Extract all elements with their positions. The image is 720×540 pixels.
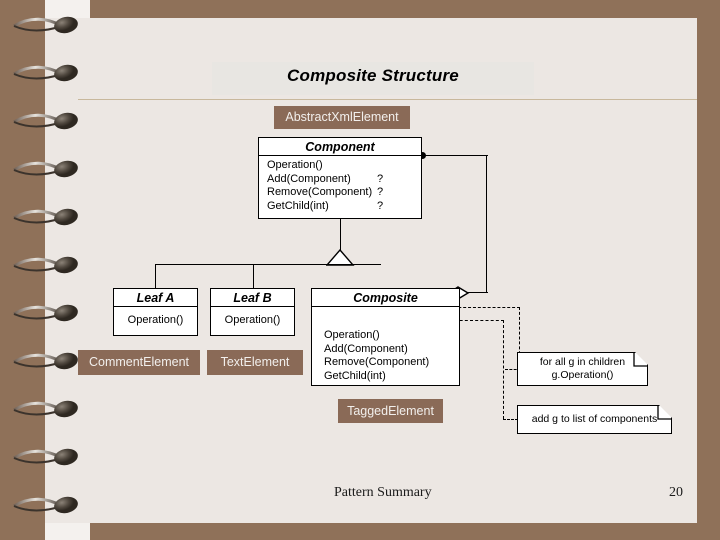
footer-label: Pattern Summary [334,485,432,500]
class-box-leaf-a[interactable]: Leaf A Operation() [113,288,198,336]
class-name-component: Component [259,138,421,156]
note-link-add-v [503,320,504,419]
class-name-leaf-b: Leaf B [211,289,294,307]
note-line-1: add g to list of components [531,413,658,425]
label-tagged-element[interactable]: TaggedElement [338,399,443,423]
aggregation-top-segment [422,155,488,157]
note-fold-icon [635,352,648,365]
class-box-leaf-b[interactable]: Leaf B Operation() [210,288,295,336]
operation-text: Remove(Component) [324,356,430,369]
class-box-component[interactable]: Component Operation() Add(Component)? Re… [258,137,422,219]
operation-text: Operation() [267,159,323,171]
label-text-element[interactable]: TextElement [207,350,303,375]
note-add[interactable]: add g to list of components [517,405,672,434]
operation-text: GetChild(int) [324,369,386,382]
slide-canvas: Composite Structure AbstractXmlElement C… [0,0,720,540]
class-operations-leaf-b: Operation() [211,307,294,328]
inheritance-bar [155,264,381,266]
note-fold-icon [659,405,672,418]
operation-text: GetChild(int) [267,199,329,212]
label-comment-element[interactable]: CommentElement [78,350,200,375]
note-line-1: for all g in children [539,356,626,368]
operation-mark: ? [377,172,384,185]
label-abstract-xml-element[interactable]: AbstractXmlElement [274,106,410,129]
operation-mark: ? [377,199,384,212]
note-operation[interactable]: for all g in children g.Operation() [517,352,648,386]
page-title: Composite Structure [287,66,459,85]
operation-text: Add(Component) [324,342,408,355]
operation-text: Add(Component) [267,172,351,185]
page-number: 20 [669,485,683,500]
class-name-leaf-a: Leaf A [114,289,197,307]
title-divider [78,99,697,100]
operation-mark: ? [377,186,384,199]
operation-text: Operation() [224,314,281,326]
inheritance-drop-leaf-b [253,264,255,288]
note-link-add-h2 [503,419,518,420]
inheritance-drop-leaf-a [155,264,157,288]
aggregation-right-segment [486,155,488,293]
class-operations-composite: Operation() Add(Component) Remove(Compon… [312,307,459,383]
operation-text: Remove(Component) [267,186,373,199]
operation-text: Operation() [127,314,184,326]
spiral-binding-icon [13,16,78,514]
class-name-composite: Composite [312,289,459,307]
operation-text: Operation() [324,329,380,341]
note-line-2: g.Operation() [551,369,614,381]
class-operations-component: Operation() Add(Component)? Remove(Compo… [259,156,421,213]
class-operations-leaf-a: Operation() [114,307,197,328]
inheritance-stem [340,219,342,251]
class-box-composite[interactable]: Composite Operation() Add(Component) Rem… [311,288,460,386]
